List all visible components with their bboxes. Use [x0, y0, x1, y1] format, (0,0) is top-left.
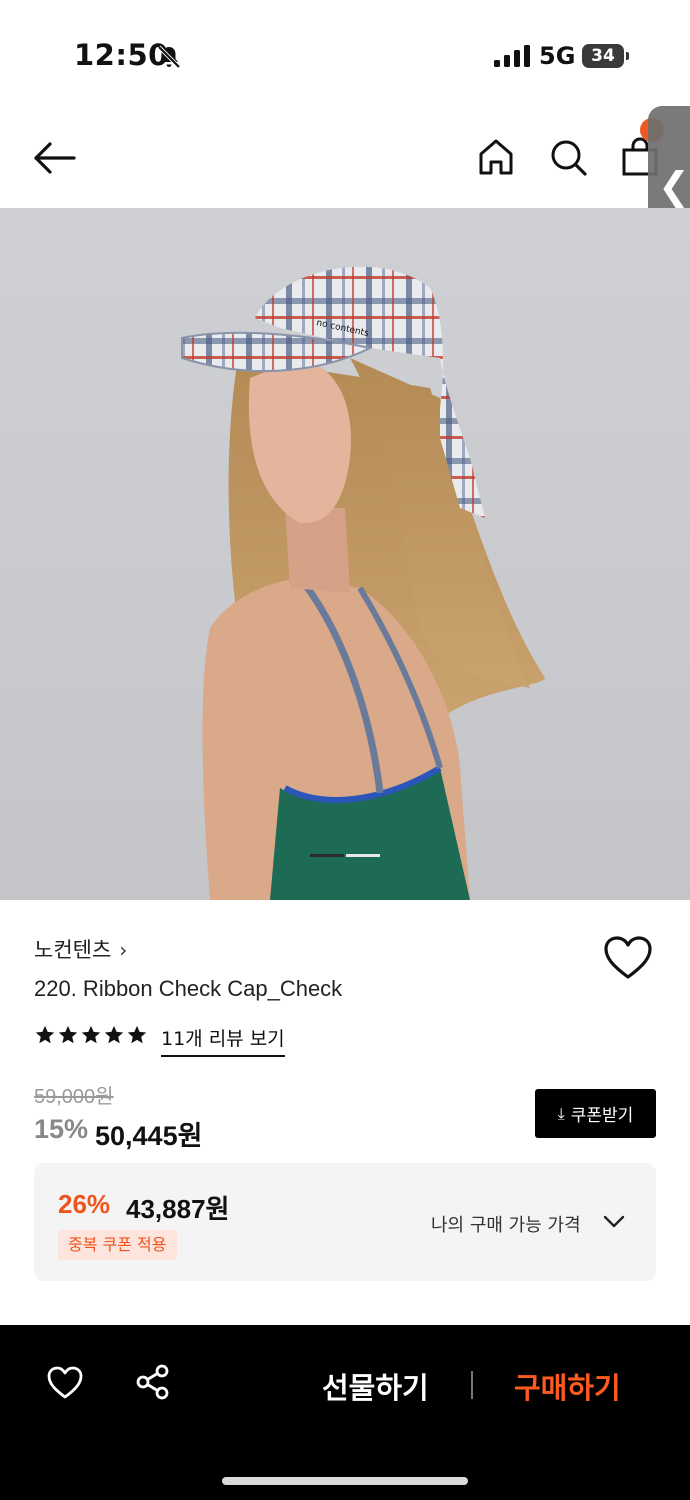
- brand-link[interactable]: 노컨텐츠 ›: [34, 934, 127, 964]
- coupon-button-label: 쿠폰받기: [570, 1106, 634, 1126]
- chevron-down-icon[interactable]: [602, 1212, 626, 1232]
- cellular-signal-icon: [494, 45, 530, 67]
- bottom-action-bar: 선물하기 구매하기: [0, 1325, 690, 1500]
- star-icon: [35, 1025, 55, 1044]
- home-icon[interactable]: [476, 136, 516, 178]
- battery-level: 34: [582, 44, 624, 68]
- pager-dot: [346, 854, 380, 857]
- sale-price: 50,445원: [95, 1121, 203, 1151]
- image-pager: [310, 854, 380, 858]
- brand-name: 노컨텐츠: [34, 938, 112, 962]
- divider: [471, 1371, 473, 1399]
- review-link[interactable]: 11개 리뷰 보기: [161, 1024, 285, 1057]
- original-price: 59,000원: [34, 1086, 114, 1108]
- bell-muted-icon: [157, 45, 181, 69]
- heart-icon[interactable]: [46, 1365, 84, 1401]
- discount-rate: 15%: [34, 1114, 89, 1144]
- top-nav: [0, 110, 690, 208]
- product-title: 220. Ribbon Check Cap_Check: [34, 976, 343, 1001]
- star-icon: [81, 1025, 101, 1044]
- network-type: 5G: [539, 42, 576, 70]
- best-price-panel[interactable]: 26% 43,887원 중복 쿠폰 적용 나의 구매 가능 가격: [34, 1163, 656, 1281]
- status-time: 12:50: [74, 38, 169, 72]
- status-bar: 12:50 5G 34: [0, 0, 690, 110]
- product-image[interactable]: no contents: [0, 208, 690, 900]
- chevron-left-icon: ❮: [658, 164, 690, 208]
- back-arrow-icon[interactable]: [32, 140, 76, 176]
- battery-icon: 34: [582, 44, 630, 68]
- pager-dot-active: [310, 854, 344, 857]
- best-discount-rate: 26%: [58, 1189, 111, 1219]
- home-indicator: [222, 1477, 468, 1485]
- coupon-badge: 중복 쿠폰 적용: [58, 1230, 177, 1260]
- best-price: 43,887원: [126, 1194, 230, 1224]
- star-icon: [58, 1025, 78, 1044]
- my-price-label: 나의 구매 가능 가격: [431, 1215, 581, 1236]
- share-icon[interactable]: [134, 1363, 172, 1401]
- product-photo: no contents: [181, 266, 546, 900]
- search-icon[interactable]: [548, 136, 588, 178]
- star-icon: [127, 1025, 147, 1044]
- rating-stars: [34, 1024, 149, 1050]
- gift-button[interactable]: 선물하기: [322, 1365, 429, 1407]
- chevron-right-icon: ›: [119, 938, 128, 962]
- star-icon: [104, 1025, 124, 1044]
- buy-button[interactable]: 구매하기: [514, 1365, 621, 1407]
- coupon-download-button[interactable]: ⤓ 쿠폰받기: [535, 1089, 656, 1138]
- wishlist-heart-icon[interactable]: [603, 935, 653, 981]
- download-icon: ⤓: [557, 1103, 565, 1123]
